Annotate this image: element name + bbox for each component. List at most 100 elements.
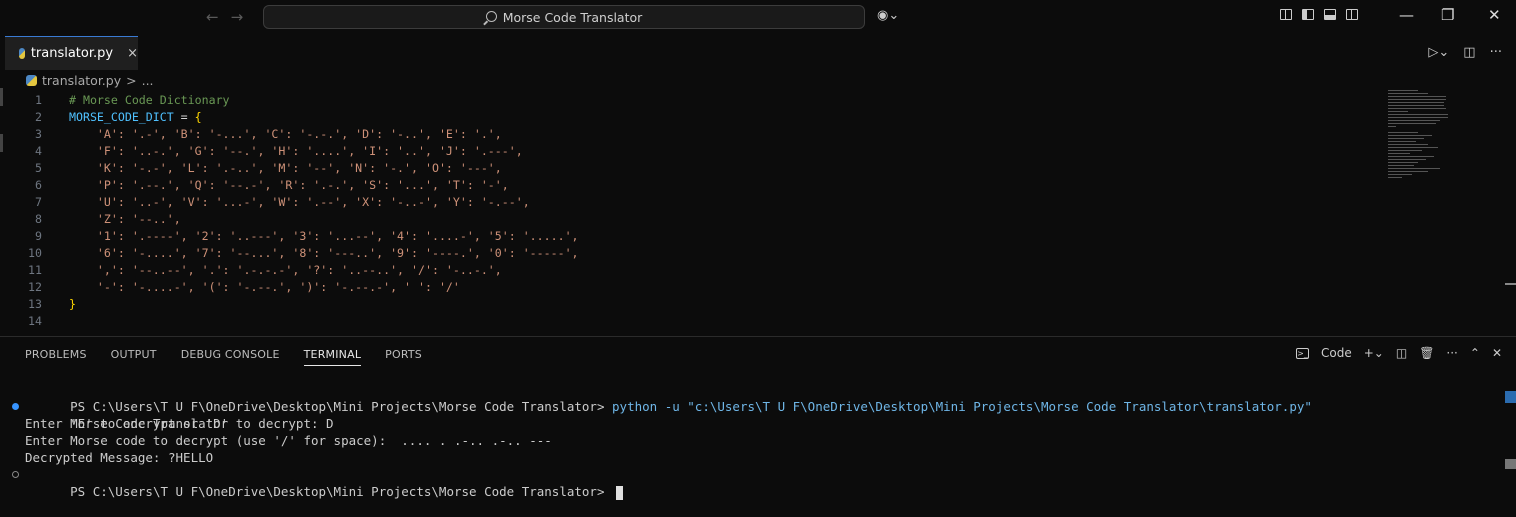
breadcrumb: translator.py > ... (26, 73, 154, 88)
code-line: 2 MORSE_CODE_DICT = { (5, 109, 1385, 126)
tab-translator-py[interactable]: translator.py × (5, 36, 138, 70)
kill-terminal-icon[interactable]: 🗑 (1419, 346, 1434, 360)
line-number: 4 (35, 144, 42, 158)
breadcrumb-file[interactable]: translator.py (42, 73, 121, 88)
close-tab-icon[interactable]: × (127, 46, 138, 61)
terminal-cursor (616, 485, 624, 500)
copilot-icon[interactable]: ◉⌄ (877, 8, 899, 23)
code-text: } (69, 297, 76, 311)
activity-indicator (0, 88, 3, 106)
terminal-line: Morse Code Translator (12, 398, 1312, 431)
line-number: 10 (28, 246, 42, 260)
code-line: 11 ',': '--..--', '.': '.-.-.-', '?': '.… (5, 262, 1385, 279)
terminal-prompt: PS C:\Users\T U F\OneDrive\Desktop\Mini … (70, 484, 613, 499)
run-icon[interactable]: ▷⌄ (1428, 45, 1449, 60)
code-line: 4 'F': '..-.', 'G': '--.', 'H': '....', … (5, 143, 1385, 160)
code-line: 12 '-': '-....-', '(': '-.--.', ')': '-.… (5, 279, 1385, 296)
code-line: 7 'U': '..-', 'V': '...-', 'W': '.--', '… (5, 194, 1385, 211)
terminal-icon: >_ (1296, 347, 1309, 359)
code-text: # Morse Code Dictionary (69, 93, 230, 107)
tab-debug-console[interactable]: DEBUG CONSOLE (181, 348, 280, 366)
panel-actions: >_ Code +⌄ ◫ 🗑 ··· ⌃ ✕ (1296, 346, 1502, 360)
terminal-name[interactable]: Code (1321, 346, 1352, 360)
layout-controls (1280, 9, 1358, 20)
python-file-icon (19, 48, 25, 59)
more-actions-icon[interactable]: ··· (1446, 346, 1457, 360)
code-line: 1 # Morse Code Dictionary (5, 92, 1385, 109)
terminal-line: PS C:\Users\T U F\OneDrive\Desktop\Mini … (25, 381, 1312, 414)
terminal-text: Enter 'E' to encrypt or 'D' to decrypt: … (25, 416, 334, 431)
code-line: 5 'K': '-.-', 'L': '.-..', 'M': '--', 'N… (5, 160, 1385, 177)
code-line: 6 'P': '.--.', 'Q': '--.-', 'R': '.-.', … (5, 177, 1385, 194)
code-text: MORSE_CODE_DICT = { (69, 110, 202, 124)
customize-layout-icon[interactable] (1280, 9, 1292, 20)
close-window-icon[interactable]: ✕ (1488, 6, 1501, 24)
editor-scrollbar[interactable] (1503, 92, 1516, 336)
code-text: 'A': '.-', 'B': '-...', 'C': '-.-.', 'D'… (69, 127, 502, 141)
code-line: 3 'A': '.-', 'B': '-...', 'C': '-.-.', '… (5, 126, 1385, 143)
command-success-icon[interactable] (12, 403, 19, 410)
line-number: 12 (28, 280, 42, 294)
terminal-line: Enter 'E' to encrypt or 'D' to decrypt: … (25, 415, 1312, 432)
breadcrumb-separator: > (126, 73, 137, 88)
code-text: 'U': '..-', 'V': '...-', 'W': '.--', 'X'… (69, 195, 530, 209)
arrow-left-icon[interactable]: ← (206, 8, 219, 26)
line-number: 3 (35, 127, 42, 141)
editor-actions: ▷⌄ ◫ ··· (1428, 45, 1502, 60)
code-text: 'Z': '--..', (69, 212, 181, 226)
panel-tabs: PROBLEMS OUTPUT DEBUG CONSOLE TERMINAL PORTS (25, 348, 422, 366)
editor-tab-bar: translator.py × ▷⌄ ◫ ··· (5, 36, 1516, 70)
command-pending-icon[interactable] (12, 471, 19, 478)
terminal-text: Decrypted Message: ?HELLO (25, 450, 214, 465)
maximize-panel-icon[interactable]: ⌃ (1470, 346, 1480, 360)
arrow-right-icon[interactable]: → (231, 8, 244, 26)
line-number: 6 (35, 178, 42, 192)
line-number: 2 (35, 110, 42, 124)
terminal-line: Enter Morse code to decrypt (use '/' for… (25, 432, 1312, 449)
code-text: 'F': '..-.', 'G': '--.', 'H': '....', 'I… (69, 144, 523, 158)
code-text: '-': '-....-', '(': '-.--.', ')': '-.--.… (69, 280, 460, 294)
terminal-line: Decrypted Message: ?HELLO (25, 449, 1312, 466)
code-text: '6': '-....', '7': '--...', '8': '---..'… (69, 246, 579, 260)
toggle-secondary-sidebar-icon[interactable] (1346, 9, 1358, 20)
navigation-arrows: ← → (206, 8, 243, 26)
line-number: 13 (28, 297, 42, 311)
tab-terminal[interactable]: TERMINAL (303, 348, 362, 366)
split-editor-icon[interactable]: ◫ (1463, 45, 1475, 60)
tab-ports[interactable]: PORTS (385, 348, 422, 366)
code-line: 10 '6': '-....', '7': '--...', '8': '---… (5, 245, 1385, 262)
code-line: 8 'Z': '--..', (5, 211, 1385, 228)
line-number: 14 (28, 314, 42, 328)
breadcrumb-more[interactable]: ... (142, 73, 154, 88)
line-number: 7 (35, 195, 42, 209)
code-line: 13} (5, 296, 1385, 313)
command-center-search[interactable]: Morse Code Translator (263, 5, 865, 29)
tab-label: translator.py (30, 46, 114, 61)
code-line: 9 '1': '.----', '2': '..---', '3': '...-… (5, 228, 1385, 245)
new-terminal-icon[interactable]: +⌄ (1364, 346, 1384, 360)
more-actions-icon[interactable]: ··· (1490, 45, 1502, 60)
restore-icon[interactable]: ❐ (1441, 6, 1454, 24)
close-panel-icon[interactable]: ✕ (1492, 346, 1502, 360)
terminal-line: PS C:\Users\T U F\OneDrive\Desktop\Mini … (12, 466, 1312, 500)
terminal-output[interactable]: PS C:\Users\T U F\OneDrive\Desktop\Mini … (12, 381, 1312, 500)
command-center-label: Morse Code Translator (502, 9, 643, 25)
code-text: ',': '--..--', '.': '.-.-.-', '?': '..--… (69, 263, 502, 277)
line-number: 5 (35, 161, 42, 175)
split-terminal-icon[interactable]: ◫ (1396, 346, 1407, 360)
tab-problems[interactable]: PROBLEMS (25, 348, 87, 366)
tab-output[interactable]: OUTPUT (111, 348, 157, 366)
code-text: '1': '.----', '2': '..---', '3': '...--'… (69, 229, 579, 243)
minimize-icon[interactable]: — (1399, 6, 1414, 24)
minimap[interactable] (1388, 90, 1448, 200)
toggle-panel-icon[interactable] (1324, 9, 1336, 20)
toggle-primary-sidebar-icon[interactable] (1302, 9, 1314, 20)
code-text: 'K': '-.-', 'L': '.-..', 'M': '--', 'N':… (69, 161, 502, 175)
terminal-scrollbar[interactable] (1503, 381, 1516, 511)
line-number: 9 (35, 229, 42, 243)
code-text: 'P': '.--.', 'Q': '--.-', 'R': '.-.', 'S… (69, 178, 509, 192)
code-editor[interactable]: 1 # Morse Code Dictionary 2 MORSE_CODE_DICT… (5, 92, 1385, 336)
code-line: 14 (5, 313, 1385, 330)
line-number: 1 (35, 93, 42, 107)
bottom-panel: PROBLEMS OUTPUT DEBUG CONSOLE TERMINAL PORTS… (0, 336, 1516, 516)
